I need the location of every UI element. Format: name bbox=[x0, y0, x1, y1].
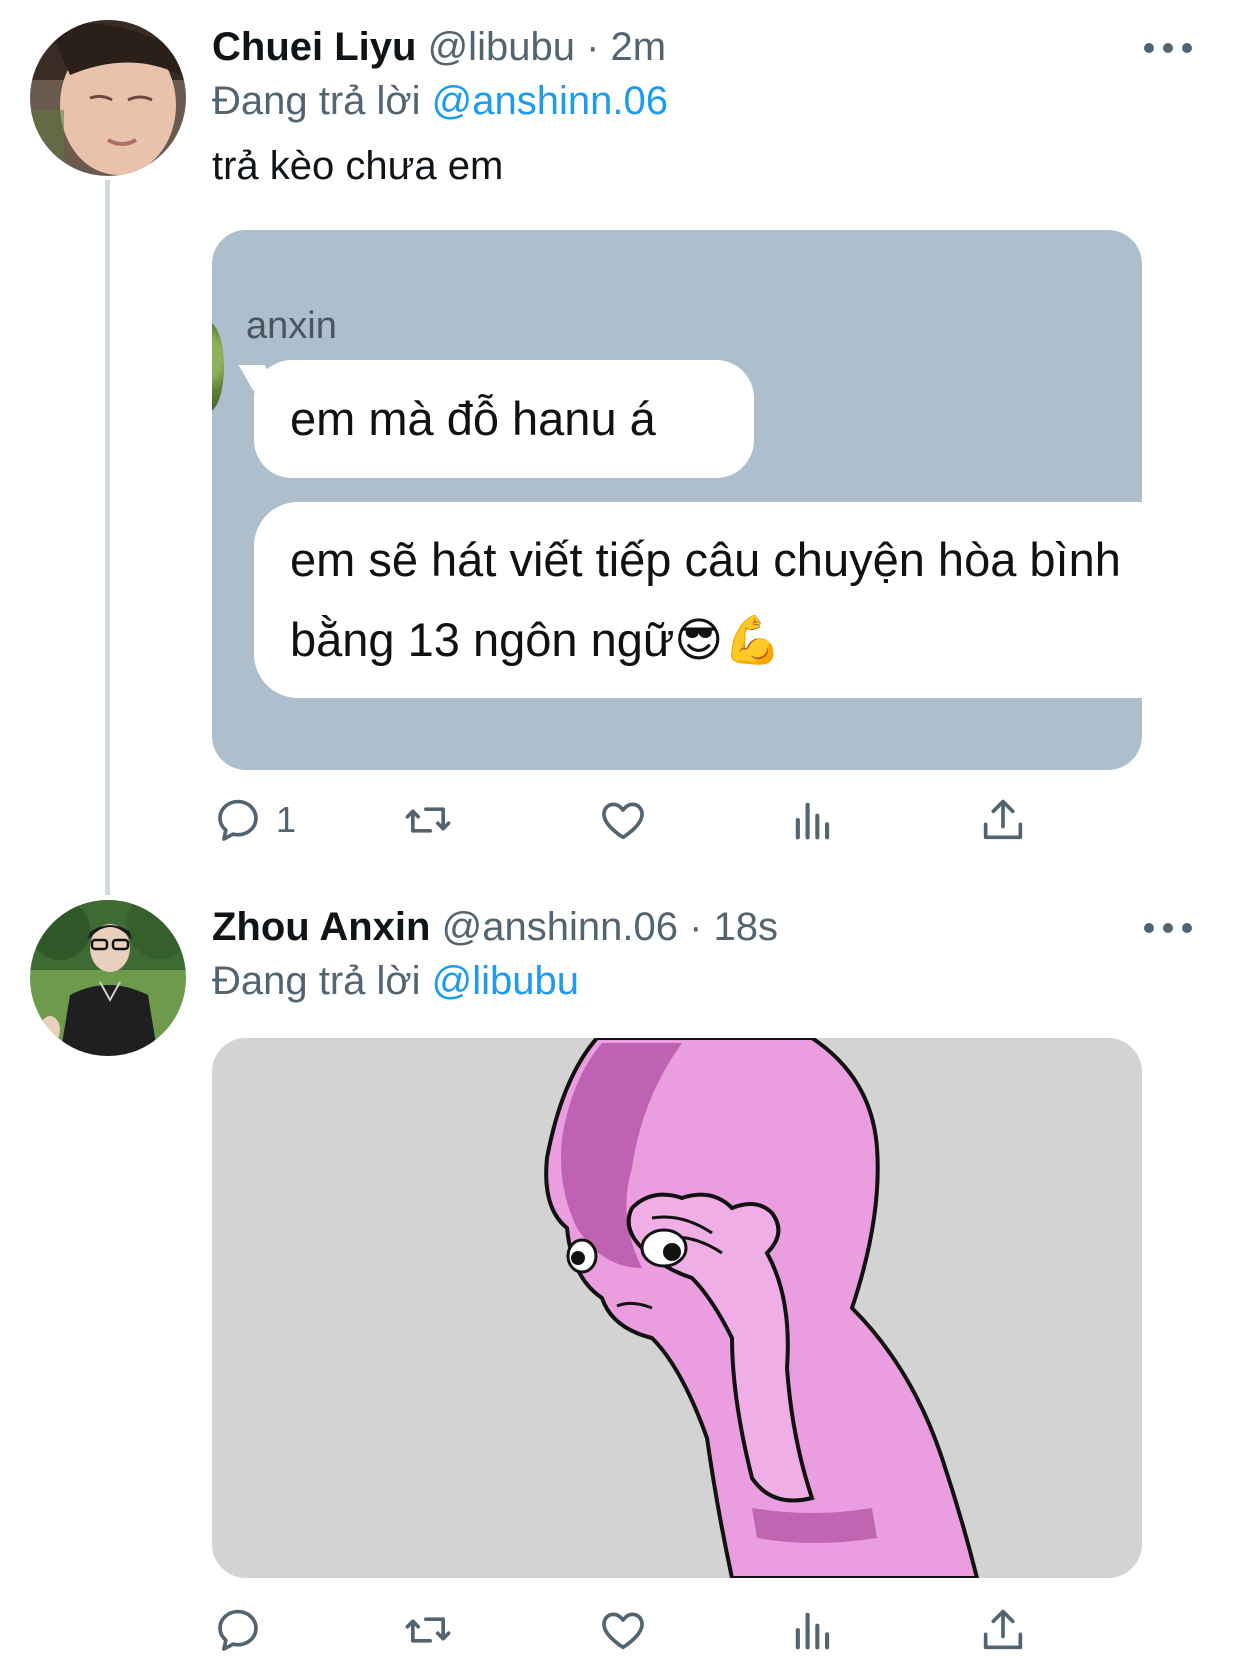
tweet-text: trả kèo chưa em bbox=[212, 144, 504, 188]
like-button[interactable] bbox=[597, 1600, 649, 1660]
views-button[interactable] bbox=[787, 790, 839, 850]
chat-avatar bbox=[212, 322, 224, 412]
chat-sender-name: anxin bbox=[246, 305, 337, 347]
retweet-icon bbox=[405, 1617, 451, 1643]
reply-button[interactable] bbox=[212, 1600, 276, 1660]
reply-context: Đang trả lời @libubu bbox=[212, 954, 1212, 1008]
pink-meme-character-icon bbox=[212, 1038, 1142, 1578]
retweet-icon bbox=[405, 807, 451, 833]
like-icon bbox=[602, 1612, 644, 1650]
chat-message: em sẽ hát viết tiếp câu chuyện hòa bình … bbox=[254, 502, 1142, 698]
like-icon bbox=[602, 802, 644, 840]
tweet-content: Zhou Anxin @anshinn.06 · 18s Đang trả lờ… bbox=[212, 900, 1212, 1008]
tweet-content: Chuei Liyu @libubu · 2m Đang trả lời @an… bbox=[212, 20, 1212, 196]
tweet-header: Chuei Liyu @libubu · 2m bbox=[212, 20, 1212, 74]
timestamp[interactable]: 2m bbox=[611, 25, 667, 69]
reply-prefix: Đang trả lời bbox=[212, 79, 421, 123]
display-name[interactable]: Chuei Liyu bbox=[212, 25, 416, 69]
more-icon[interactable] bbox=[1144, 918, 1192, 938]
share-icon bbox=[983, 1609, 1023, 1650]
avatar[interactable] bbox=[30, 20, 186, 176]
tweet-actions bbox=[212, 1600, 1112, 1660]
separator: · bbox=[689, 905, 703, 949]
reply-context: Đang trả lời @anshinn.06 bbox=[212, 74, 1212, 128]
tweet-image[interactable] bbox=[212, 1038, 1142, 1578]
separator: · bbox=[586, 25, 600, 69]
share-icon bbox=[983, 799, 1023, 840]
retweet-button[interactable] bbox=[402, 1600, 454, 1660]
reply-mention[interactable]: @libubu bbox=[432, 959, 579, 1003]
share-button[interactable] bbox=[977, 790, 1029, 850]
views-icon bbox=[795, 1612, 830, 1650]
handle[interactable]: @anshinn.06 bbox=[442, 905, 678, 949]
chat-message: em mà đỗ hanu á bbox=[254, 360, 754, 478]
display-name[interactable]: Zhou Anxin bbox=[212, 905, 430, 949]
reply-count: 1 bbox=[276, 799, 297, 840]
like-button[interactable] bbox=[597, 790, 649, 850]
reply-prefix: Đang trả lời bbox=[212, 959, 421, 1003]
share-button[interactable] bbox=[977, 1600, 1029, 1660]
handle[interactable]: @libubu bbox=[428, 25, 575, 69]
tweet[interactable]: Chuei Liyu @libubu · 2m Đang trả lời @an… bbox=[0, 0, 1242, 895]
retweet-button[interactable] bbox=[402, 790, 454, 850]
tweet-image[interactable]: anxin em mà đỗ hanu á em sẽ hát viết tiế… bbox=[212, 230, 1142, 770]
reply-icon bbox=[218, 1609, 258, 1651]
views-icon bbox=[795, 802, 830, 840]
thread-line bbox=[105, 180, 110, 895]
timestamp[interactable]: 18s bbox=[714, 905, 779, 949]
views-button[interactable] bbox=[787, 1600, 839, 1660]
tweet-actions: 1 bbox=[212, 790, 1112, 850]
tweet-header: Zhou Anxin @anshinn.06 · 18s bbox=[212, 900, 1212, 954]
more-icon[interactable] bbox=[1144, 38, 1192, 58]
reply-button[interactable]: 1 bbox=[212, 790, 296, 850]
reply-icon bbox=[218, 799, 258, 841]
reply-mention[interactable]: @anshinn.06 bbox=[432, 79, 668, 123]
avatar[interactable] bbox=[30, 900, 186, 1056]
